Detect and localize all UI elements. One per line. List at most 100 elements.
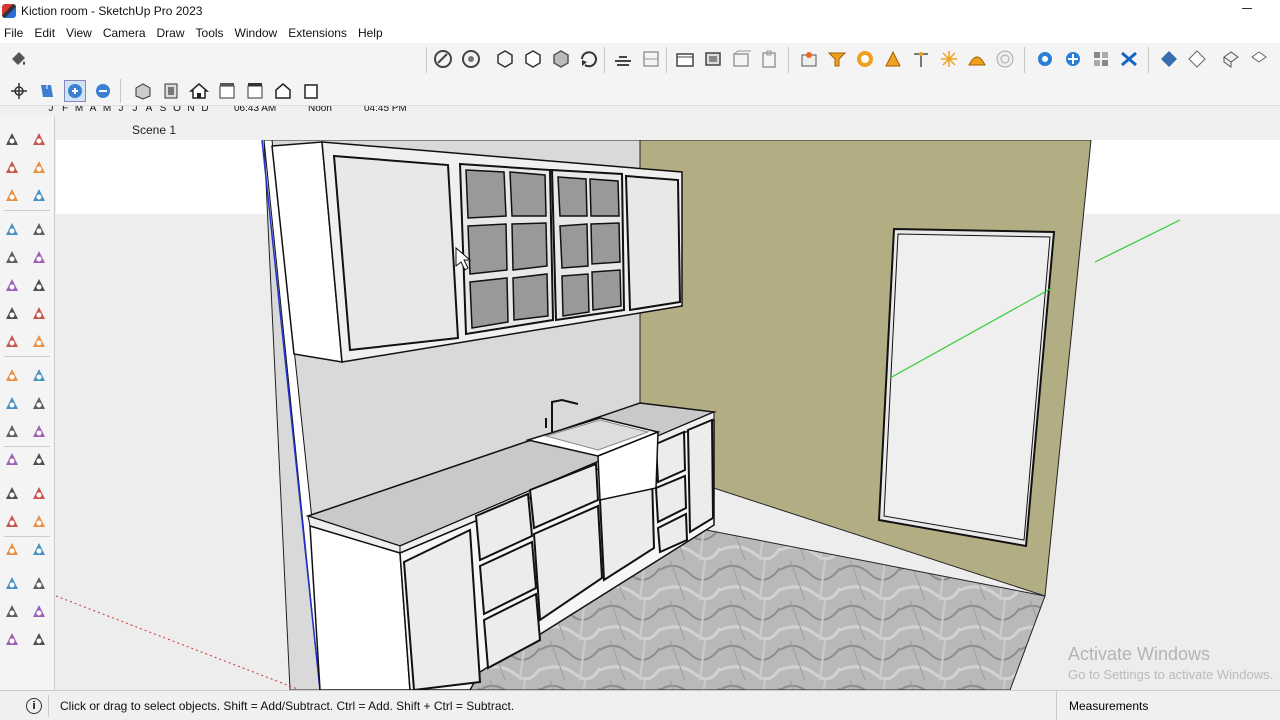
freehand-icon[interactable] [28,218,50,240]
protractor-icon[interactable] [28,448,50,470]
arc-icon[interactable] [1,302,23,324]
follow-me-icon[interactable] [28,392,50,414]
paint-bucket-icon[interactable] [8,48,30,70]
right-box-icon[interactable] [216,80,238,102]
add-detail-icon[interactable] [910,48,932,70]
iso-box-icon[interactable] [132,80,154,102]
shaded-icon[interactable] [550,48,572,70]
zoom-extents-tool-icon[interactable] [1,600,23,622]
look-around-icon[interactable] [28,600,50,622]
section-plane-icon[interactable] [612,48,634,70]
smoove-icon[interactable] [966,48,988,70]
section-display-icon[interactable] [640,48,662,70]
walk-icon[interactable] [28,538,50,560]
offset-icon[interactable] [28,420,50,442]
flip-edge-icon[interactable] [938,48,960,70]
rectangle-icon[interactable] [1,246,23,268]
menu-draw[interactable]: Draw [153,26,192,40]
watermark-line2: Go to Settings to activate Windows. [1068,667,1274,682]
zoom-extents-icon[interactable] [64,80,86,102]
section-icon[interactable] [1,538,23,560]
scale-icon[interactable] [1,420,23,442]
top-box-icon[interactable] [160,80,182,102]
window-title: Kiction room - SketchUp Pro 2023 [21,4,203,18]
rotate-icon[interactable] [1,392,23,414]
pie-icon[interactable] [28,330,50,352]
dimension-icon[interactable] [1,482,23,504]
orbit-icon[interactable] [8,80,30,102]
minimize-button[interactable] [1242,8,1252,9]
extension-warehouse-icon[interactable] [1090,48,1112,70]
intersect-icon[interactable] [1220,48,1242,70]
textured-icon[interactable] [578,48,600,70]
warehouse-icon[interactable] [1034,48,1056,70]
measurements-box[interactable]: Measurements [1056,691,1280,720]
right-view-icon[interactable] [758,48,780,70]
sandbox-icon[interactable] [826,48,848,70]
three-point-arc-icon[interactable] [1,330,23,352]
select-arrow-icon[interactable] [1,128,23,150]
scene-tabs-bar: Scene 1 [56,116,1280,140]
iso-view-icon[interactable] [674,48,696,70]
hidden-line-icon[interactable] [522,48,544,70]
push-pull-icon[interactable] [28,364,50,386]
menu-window[interactable]: Window [231,26,285,40]
activate-windows-watermark: Activate Windows Go to Settings to activ… [1068,644,1273,682]
tape-measure-icon[interactable] [28,128,50,150]
back-edges-icon[interactable] [460,48,482,70]
zoom-icon[interactable] [1,572,23,594]
menu-tools[interactable]: Tools [192,26,231,40]
menu-edit[interactable]: Edit [30,26,62,40]
polygon-icon[interactable] [28,274,50,296]
extension-manager-icon[interactable] [1118,48,1140,70]
share-model-icon[interactable] [1062,48,1084,70]
drape-icon[interactable] [882,48,904,70]
xray-style-icon[interactable] [432,48,454,70]
eraser-icon[interactable] [28,156,50,178]
two-point-arc-icon[interactable] [28,302,50,324]
footprints-icon[interactable] [28,628,50,650]
scene-tab[interactable]: Scene 1 [122,119,187,140]
back-box-icon[interactable] [244,80,266,102]
toolbar-separator [426,47,427,73]
axes-icon[interactable] [28,482,50,504]
line-tool-icon[interactable] [1,218,23,240]
wireframe-icon[interactable] [494,48,516,70]
text-icon[interactable] [1,510,23,532]
move-icon[interactable] [1,364,23,386]
position-camera-icon[interactable] [1,628,23,650]
component-icon[interactable] [1,184,23,206]
tape-icon[interactable] [1,448,23,470]
model-viewport[interactable]: Activate Windows Go to Settings to activ… [56,140,1280,690]
menu-camera[interactable]: Camera [99,26,153,40]
rotated-rectangle-icon[interactable] [28,246,50,268]
menu-help[interactable]: Help [354,26,390,40]
outer-shell-icon[interactable] [1186,48,1208,70]
stamp-icon[interactable] [854,48,876,70]
menu-bar: File Edit View Camera Draw Tools Window … [0,22,1280,43]
pencil-tool-icon[interactable] [28,184,50,206]
home-front-view-icon[interactable] [188,80,210,102]
toolbar-separator [604,47,605,73]
left-house-view-icon[interactable] [272,80,294,102]
menu-view[interactable]: View [62,26,99,40]
circle-icon[interactable] [1,274,23,296]
geo-location-icon[interactable] [798,48,820,70]
paint-bucket-tool-icon[interactable] [1,156,23,178]
previous-view-icon[interactable] [92,80,114,102]
menu-file[interactable]: File [0,26,30,40]
solid-tools-icon[interactable] [1158,48,1180,70]
bottom-box-icon[interactable] [300,80,322,102]
union-icon[interactable] [1248,48,1270,70]
sandbox-scratch-icon[interactable] [994,48,1016,70]
pan-view-icon[interactable] [36,80,58,102]
tool-separator [4,210,50,211]
front-view-icon[interactable] [730,48,752,70]
sketchup-logo-icon [2,4,16,18]
three-d-text-icon[interactable] [28,510,50,532]
info-icon[interactable]: i [26,697,42,714]
top-view-icon[interactable] [702,48,724,70]
menu-extensions[interactable]: Extensions [284,26,354,40]
zoom-window-icon[interactable] [28,572,50,594]
tool-separator [4,446,50,447]
